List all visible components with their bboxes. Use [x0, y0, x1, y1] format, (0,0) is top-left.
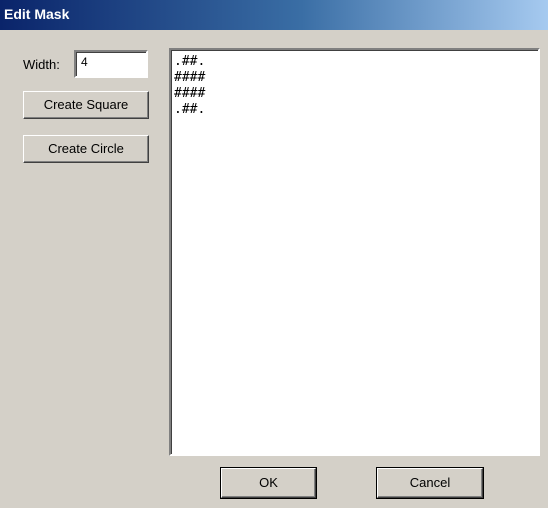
cancel-button[interactable]: Cancel	[376, 467, 484, 499]
mask-line: ####	[174, 86, 206, 101]
mask-line: .##.	[174, 54, 206, 69]
window-title: Edit Mask	[4, 6, 70, 22]
width-input[interactable]: 4	[74, 50, 148, 78]
mask-line: ####	[174, 70, 206, 85]
create-circle-button[interactable]: Create Circle	[23, 135, 149, 163]
mask-editor[interactable]: .##. #### #### .##.	[169, 48, 540, 456]
mask-line: .##.	[174, 102, 206, 117]
edit-mask-dialog: Edit Mask Width: 4 Create Square Create …	[0, 0, 548, 508]
title-bar[interactable]: Edit Mask	[0, 0, 548, 30]
ok-button[interactable]: OK	[220, 467, 317, 499]
create-square-button[interactable]: Create Square	[23, 91, 149, 119]
width-label: Width:	[23, 57, 60, 72]
